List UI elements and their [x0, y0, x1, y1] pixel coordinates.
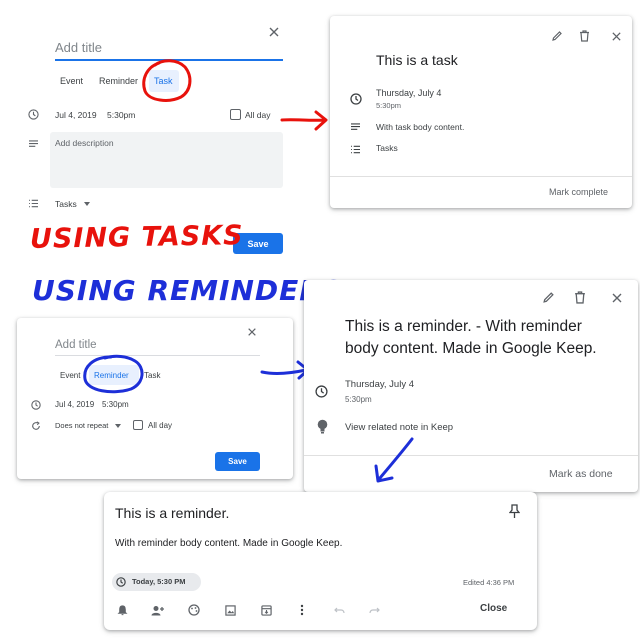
lightbulb-icon — [317, 419, 328, 434]
mark-as-done-button[interactable]: Mark as done — [549, 468, 613, 480]
task-date[interactable]: Jul 4, 2019 — [55, 110, 97, 120]
task-detail-date: Thursday, July 4 — [376, 88, 442, 98]
save-button[interactable]: Save — [215, 452, 260, 471]
reminder-detail-date: Thursday, July 4 — [345, 379, 414, 390]
description-icon — [350, 123, 361, 132]
divider — [330, 176, 632, 177]
clock-icon — [350, 93, 362, 105]
tab-event[interactable]: Event — [60, 76, 83, 86]
using-reminders-label: USING REMINDERS — [32, 274, 343, 307]
delete-icon[interactable] — [574, 291, 586, 304]
note-title[interactable]: This is a reminder. — [115, 505, 229, 521]
task-create-dialog: Add title Event Reminder Task Jul 4, 201… — [14, 16, 297, 256]
close-icon[interactable] — [611, 292, 623, 304]
clock-icon — [28, 109, 39, 120]
task-detail-time: 5:30pm — [376, 101, 402, 110]
reminder-date[interactable]: Jul 4, 2019 — [55, 400, 94, 409]
title-input[interactable]: Add title — [55, 339, 97, 351]
reminder-detail-time: 5:30pm — [345, 395, 372, 404]
image-icon[interactable] — [225, 605, 236, 616]
repeat-select[interactable]: Does not repeat — [55, 421, 108, 430]
clock-icon — [31, 400, 41, 410]
delete-icon[interactable] — [579, 30, 590, 42]
edited-timestamp: Edited 4:36 PM — [463, 578, 515, 587]
close-icon[interactable] — [247, 327, 257, 337]
reminder-create-dialog: Add title Event Reminder Task Jul 4, 201… — [17, 318, 293, 479]
archive-icon[interactable] — [261, 605, 272, 616]
list-icon — [350, 145, 361, 154]
list-icon — [28, 199, 39, 208]
tab-reminder[interactable]: Reminder — [99, 76, 138, 86]
reminder-detail-card: This is a reminder. - With reminder body… — [304, 280, 638, 492]
description-icon — [28, 140, 39, 149]
close-button[interactable]: Close — [480, 603, 507, 614]
mark-complete-button[interactable]: Mark complete — [549, 187, 608, 197]
title-input[interactable]: Add title — [55, 40, 102, 55]
all-day-label: All day — [245, 110, 271, 120]
blue-arrow-down-annotation — [374, 437, 414, 483]
tab-event[interactable]: Event — [60, 371, 80, 380]
caret-down-icon[interactable] — [84, 202, 90, 206]
task-detail-card: This is a task Thursday, July 4 5:30pm W… — [330, 16, 632, 208]
all-day-label: All day — [148, 421, 173, 430]
repeat-icon — [31, 421, 41, 431]
edit-icon[interactable] — [551, 30, 563, 42]
view-in-keep-link[interactable]: View related note in Keep — [345, 422, 453, 433]
collaborator-icon[interactable] — [151, 605, 164, 616]
undo-icon[interactable] — [334, 606, 345, 615]
task-time[interactable]: 5:30pm — [107, 110, 135, 120]
note-body[interactable]: With reminder body content. Made in Goog… — [115, 538, 342, 549]
using-tasks-label: USING TASKS — [29, 220, 244, 255]
clock-icon — [116, 577, 126, 587]
caret-down-icon[interactable] — [115, 424, 121, 428]
all-day-checkbox[interactable] — [133, 420, 143, 430]
task-list-select[interactable]: Tasks — [55, 199, 77, 209]
reminder-title-line1: This is a reminder. - With reminder — [345, 318, 582, 335]
description-placeholder: Add description — [55, 138, 114, 148]
close-icon[interactable] — [611, 31, 622, 42]
reminder-chip-label: Today, 5:30 PM — [132, 577, 186, 586]
add-reminder-icon[interactable] — [117, 605, 128, 616]
close-icon[interactable] — [268, 26, 280, 38]
blue-circle-annotation — [83, 354, 144, 394]
task-title: This is a task — [376, 52, 458, 68]
task-body: With task body content. — [376, 122, 465, 132]
reminder-time[interactable]: 5:30pm — [102, 400, 129, 409]
task-list: Tasks — [376, 143, 398, 153]
red-circle-annotation — [142, 59, 192, 102]
red-arrow-annotation — [280, 110, 328, 131]
palette-icon[interactable] — [188, 604, 200, 616]
keep-note-card: This is a reminder. With reminder body c… — [104, 492, 537, 630]
reminder-title-line2: body content. Made in Google Keep. — [345, 340, 597, 357]
redo-icon[interactable] — [369, 606, 380, 615]
more-icon[interactable] — [300, 604, 304, 616]
all-day-checkbox[interactable] — [230, 109, 241, 120]
divider — [304, 455, 638, 456]
pin-icon[interactable] — [509, 504, 520, 519]
edit-icon[interactable] — [542, 291, 555, 304]
clock-icon — [315, 385, 328, 398]
